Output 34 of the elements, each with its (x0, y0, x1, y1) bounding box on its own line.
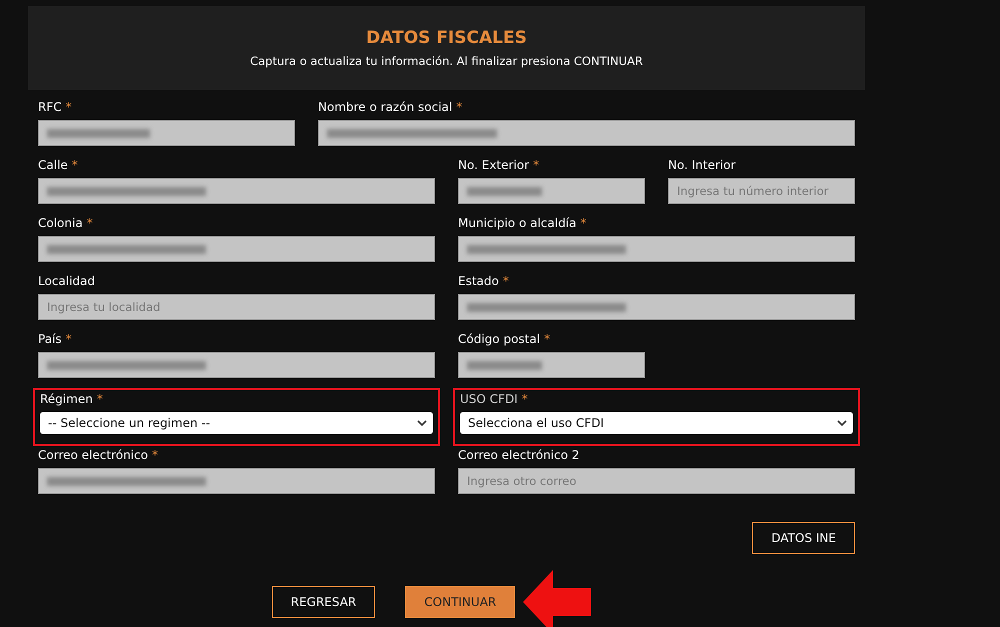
field-label: USO CFDI * (460, 392, 529, 407)
input-field[interactable] (38, 236, 435, 262)
input-field[interactable] (458, 294, 855, 320)
field-label: Código postal * (458, 332, 552, 347)
input-field[interactable] (458, 178, 645, 204)
field-label: Régimen * (40, 392, 104, 407)
field-label: País * (38, 332, 73, 347)
field-label: Localidad (38, 274, 96, 289)
field-label: Municipio o alcaldía * (458, 216, 588, 231)
continue-button[interactable]: CONTINUAR (405, 586, 516, 618)
field-label: Colonia * (38, 216, 94, 231)
field-label: Correo electrónico * (38, 448, 159, 463)
input-field[interactable] (318, 120, 855, 146)
input-field[interactable] (38, 120, 295, 146)
field-label: Nombre o razón social * (318, 100, 464, 115)
field-label: Correo electrónico 2 (458, 448, 580, 463)
select-dropdown[interactable]: Selecciona el uso CFDI (460, 412, 853, 434)
field-label: No. Exterior * (458, 158, 540, 173)
page-title: DATOS FISCALES (366, 28, 527, 48)
input-field[interactable] (458, 352, 645, 378)
field-label: No. Interior (668, 158, 737, 173)
back-button[interactable]: REGRESAR (272, 586, 376, 618)
input-field[interactable] (38, 352, 435, 378)
field-label: Calle * (38, 158, 79, 173)
chevron-down-icon (837, 420, 847, 426)
select-dropdown[interactable]: -- Seleccione un regimen -- (40, 412, 433, 434)
input-field[interactable] (38, 468, 435, 494)
input-field[interactable] (38, 178, 435, 204)
chevron-down-icon (417, 420, 427, 426)
input-field[interactable] (458, 236, 855, 262)
field-label: Estado * (458, 274, 510, 289)
field-label: RFC * (38, 100, 73, 115)
datos-ine-button[interactable]: DATOS INE (752, 522, 855, 554)
page-subtitle: Captura o actualiza tu información. Al finalizar presiona CONTINUAR (250, 54, 643, 68)
